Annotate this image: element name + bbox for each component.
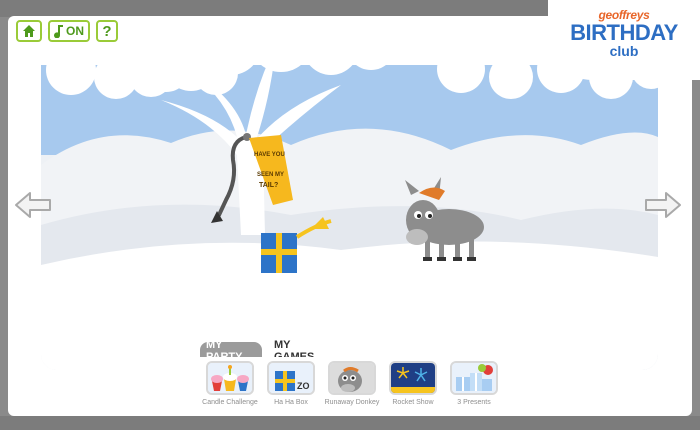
sign-line-1: HAVE YOU — [254, 152, 285, 158]
games-bar: Candle Challenge ZO Ha Ha Box Runaway Do… — [172, 357, 528, 414]
game-label: Runaway Donkey — [324, 399, 380, 406]
logo-subtitle: club — [609, 43, 639, 59]
donkey-icon — [328, 361, 376, 395]
game-label: Ha Ha Box — [274, 399, 308, 406]
svg-text:ZO: ZO — [297, 381, 310, 391]
arrow-left-icon — [15, 192, 51, 218]
presents-icon — [450, 361, 498, 395]
logo-title: BIRTHDAY — [570, 20, 678, 45]
game-scene[interactable]: HAVE YOU SEEN MY TAIL? — [41, 25, 658, 370]
game-item-rocket-show[interactable]: Rocket Show — [383, 361, 443, 406]
arrow-right-icon — [645, 192, 681, 218]
fireworks-icon — [389, 361, 437, 395]
game-item-ha-ha-box[interactable]: ZO Ha Ha Box — [261, 361, 321, 406]
bottom-band — [0, 416, 700, 430]
sign-line-3: TAIL? — [259, 182, 278, 189]
game-item-candle-challenge[interactable]: Candle Challenge — [200, 361, 260, 406]
home-button[interactable] — [16, 20, 42, 42]
help-button[interactable]: ? — [96, 20, 118, 42]
prev-arrow-button[interactable] — [14, 190, 54, 225]
game-label: 3 Presents — [457, 399, 491, 406]
jack-in-box-icon: ZO — [267, 361, 315, 395]
front-snow — [41, 241, 658, 370]
game-item-3-presents[interactable]: 3 Presents — [444, 361, 504, 406]
game-label: Rocket Show — [392, 399, 434, 406]
cupcakes-icon — [206, 361, 254, 395]
sound-toggle-button[interactable]: ON — [48, 20, 90, 42]
music-note-icon — [54, 25, 63, 38]
sound-state-label: ON — [66, 24, 84, 38]
next-arrow-button[interactable] — [642, 190, 682, 225]
toolbar: ON ? — [16, 20, 118, 42]
game-item-runaway-donkey[interactable]: Runaway Donkey — [322, 361, 382, 406]
home-icon — [23, 25, 35, 37]
birthday-club-logo[interactable]: geoffreys BIRTHDAY club — [548, 0, 700, 80]
game-label: Candle Challenge — [202, 399, 258, 406]
sign-line-2: SEEN MY — [257, 172, 284, 178]
